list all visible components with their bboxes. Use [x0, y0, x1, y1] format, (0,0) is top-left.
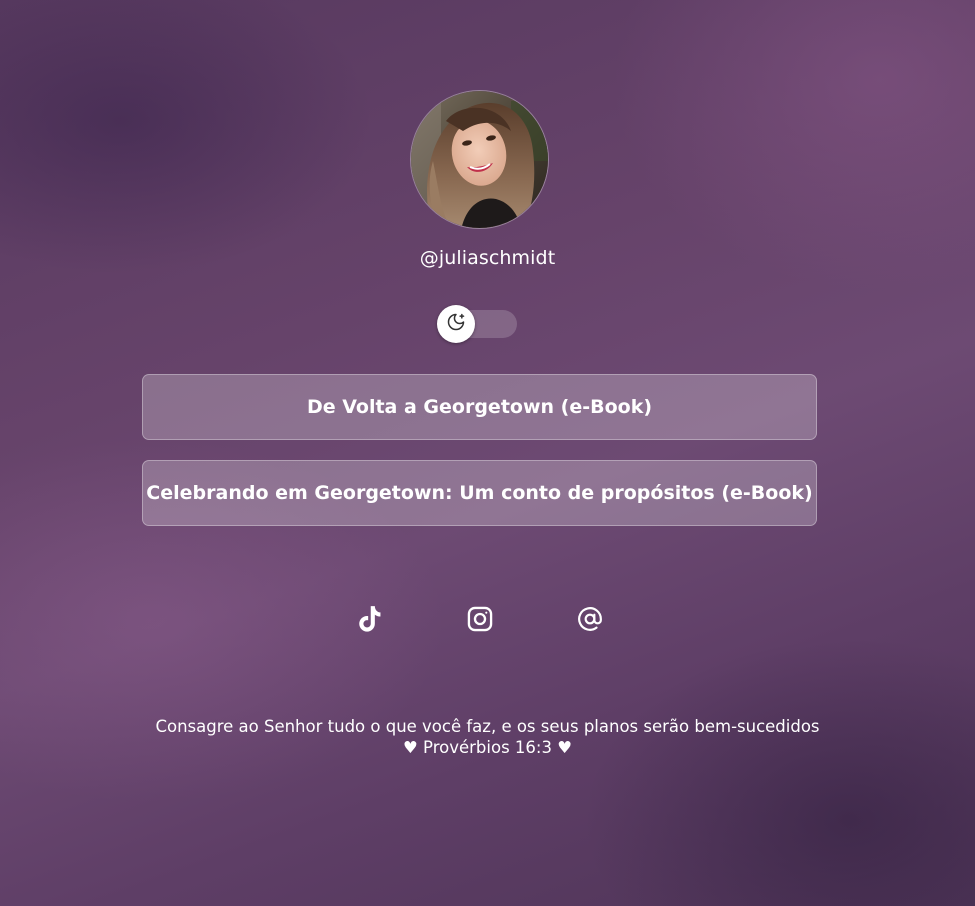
instagram-link[interactable] — [463, 604, 497, 638]
footer-quote: Consagre ao Senhor tudo o que você faz, … — [0, 716, 975, 758]
avatar-photo — [411, 91, 548, 228]
theme-toggle[interactable] — [437, 305, 517, 343]
instagram-icon — [466, 605, 494, 637]
avatar — [410, 90, 549, 229]
username: @juliaschmidt — [419, 247, 556, 269]
tiktok-icon — [357, 605, 383, 637]
link-button-celebrando-em-georgetown[interactable]: Celebrando em Georgetown: Um conto de pr… — [142, 460, 817, 526]
link-button-label: Celebrando em Georgetown: Um conto de pr… — [146, 482, 813, 504]
theme-toggle-knob[interactable] — [437, 305, 475, 343]
tiktok-link[interactable] — [353, 604, 387, 638]
link-in-bio-page: @juliaschmidt De Volta a Georgetown (e-B… — [0, 0, 975, 906]
link-button-de-volta-a-georgetown[interactable]: De Volta a Georgetown (e-Book) — [142, 374, 817, 440]
quote-text: Consagre ao Senhor tudo o que você faz, … — [155, 717, 820, 736]
threads-link[interactable] — [573, 604, 607, 638]
link-button-label: De Volta a Georgetown (e-Book) — [306, 396, 653, 418]
moon-stars-icon — [446, 312, 466, 336]
threads-icon — [577, 606, 603, 636]
quote-reference: ♥ Provérbios 16:3 ♥ — [403, 738, 572, 757]
